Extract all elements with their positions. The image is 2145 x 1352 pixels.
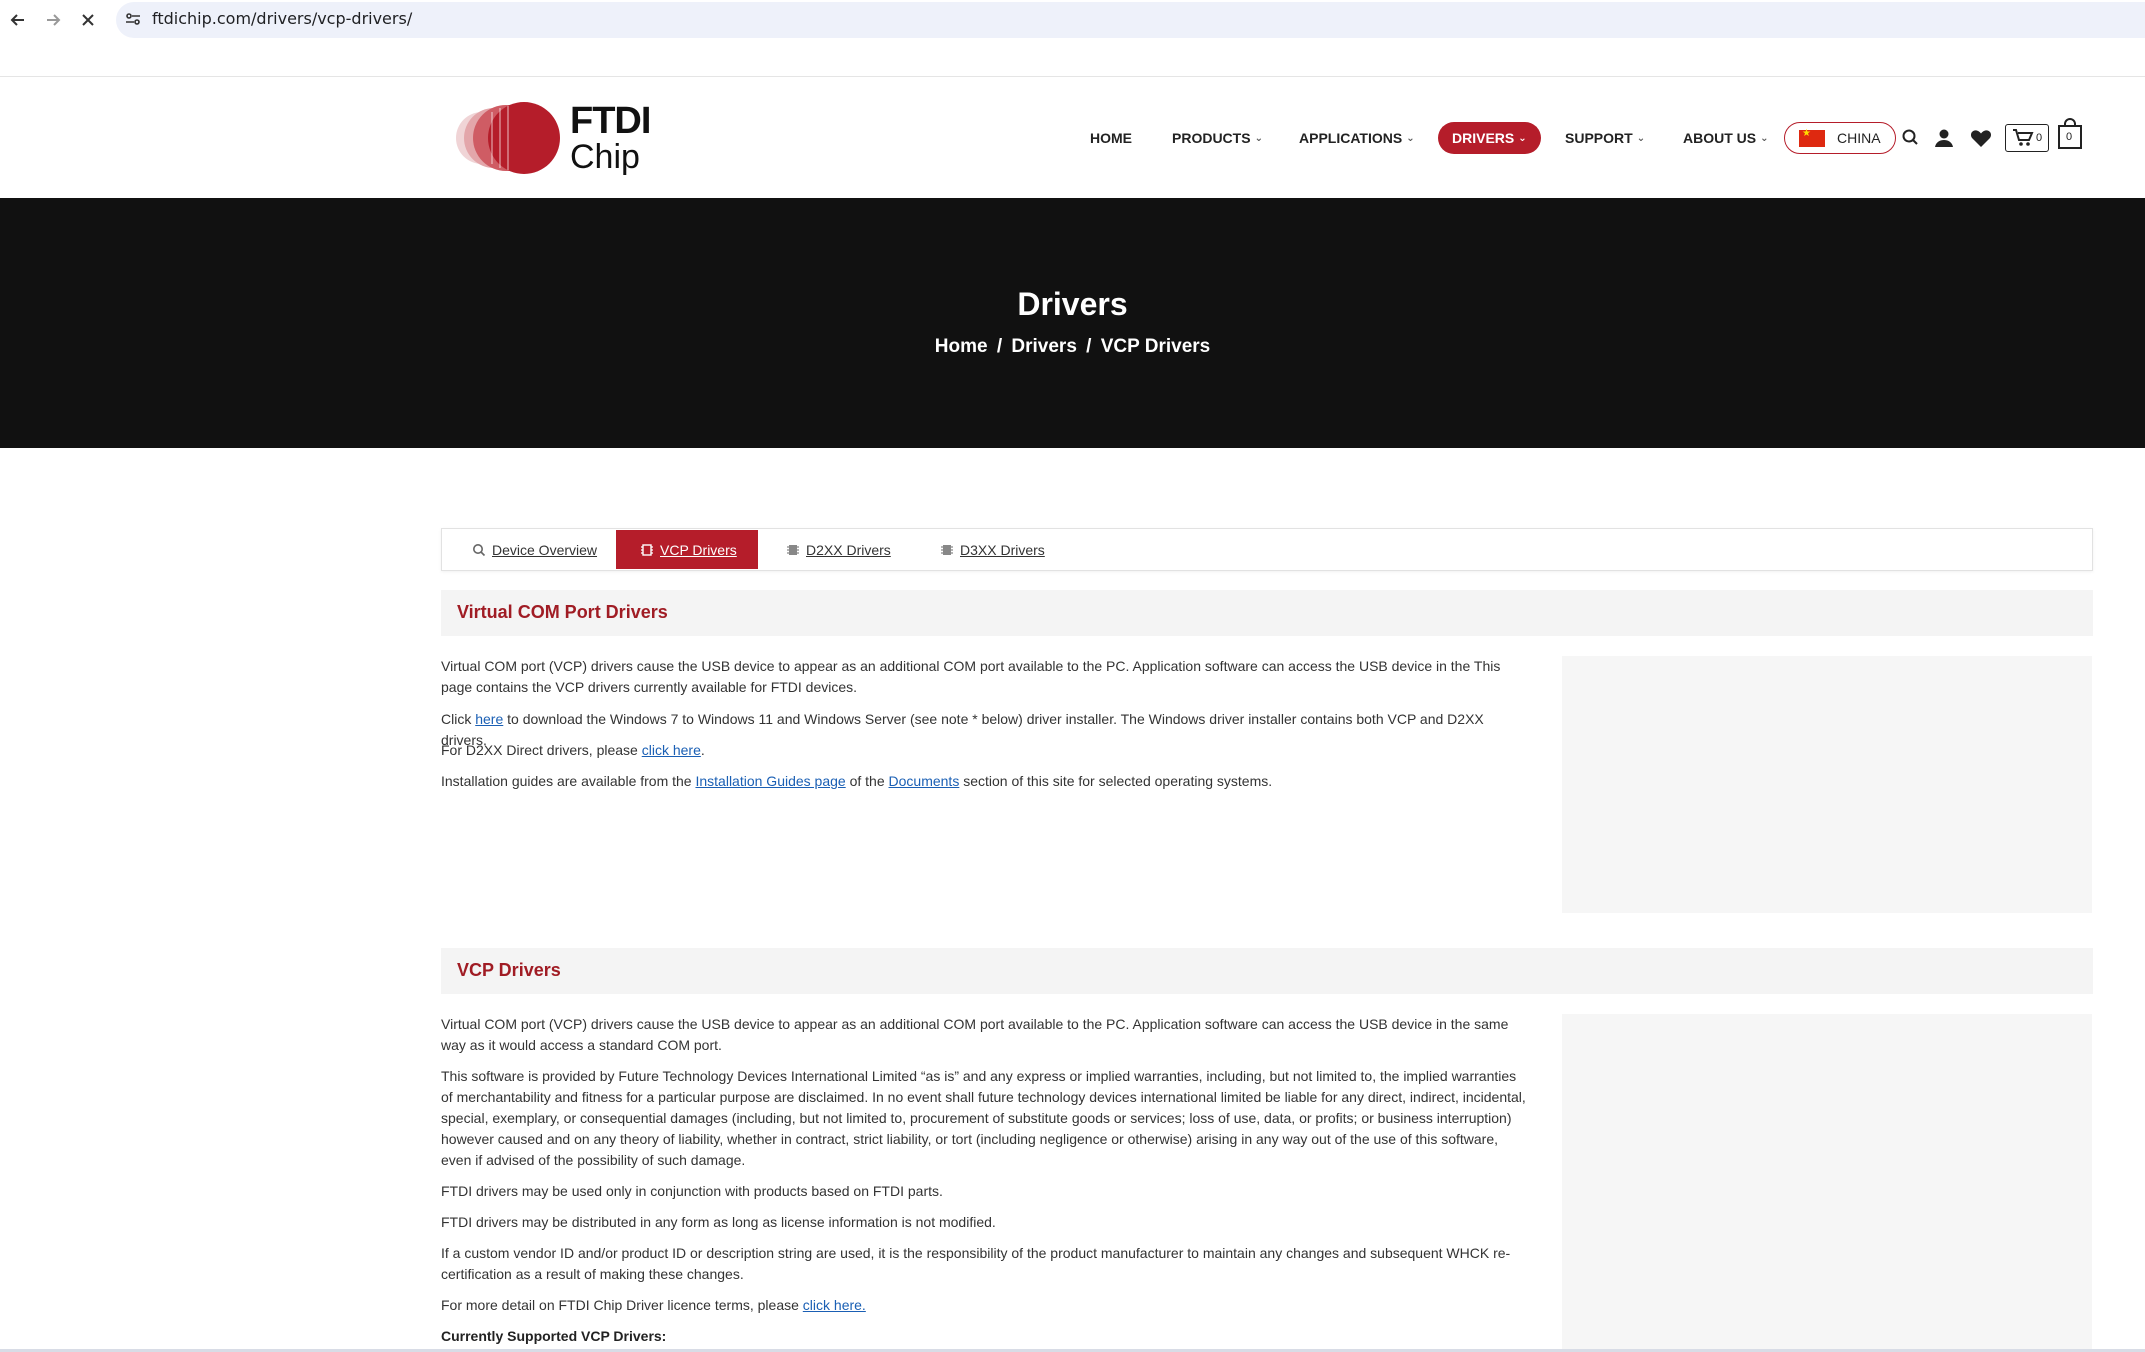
chevron-down-icon: ⌄ (1518, 132, 1527, 144)
nav-about-us-label: ABOUT US (1683, 130, 1757, 146)
nav-support-label: SUPPORT (1565, 130, 1633, 146)
text: . (700, 742, 705, 758)
nav-drivers-label: DRIVERS (1452, 130, 1515, 146)
page-hero (0, 198, 2145, 448)
licence-terms-paragraph: For more detail on FTDI Chip Driver lice… (441, 1295, 1531, 1316)
tab-d2xx-drivers[interactable]: D2XX Drivers (786, 530, 891, 569)
chevron-down-icon: ⌄ (1760, 132, 1769, 144)
supported-drivers-heading: Currently Supported VCP Drivers: (441, 1326, 1531, 1347)
account-icon[interactable] (1932, 126, 1956, 150)
search-icon[interactable] (1899, 126, 1923, 150)
nav-about-us[interactable]: ABOUT US ⌄ (1683, 122, 1769, 154)
tab-label: Device Overview (492, 541, 598, 558)
nav-products-label: PRODUCTS (1172, 130, 1251, 146)
custom-id-paragraph: If a custom vendor ID and/or product ID … (441, 1245, 1511, 1282)
back-icon[interactable] (4, 6, 32, 34)
chip-icon (641, 543, 653, 556)
chip-icon (787, 544, 799, 555)
tab-label: D2XX Drivers (806, 541, 891, 558)
chrome-divider (0, 76, 2145, 77)
text: For D2XX Direct drivers, please (441, 742, 642, 758)
breadcrumb-home[interactable]: Home (935, 336, 988, 357)
address-bar[interactable] (116, 2, 2145, 38)
site-settings-icon[interactable] (124, 10, 142, 28)
vcp-description-paragraph: Virtual COM port (VCP) drivers cause the… (441, 1016, 1509, 1053)
text: Installation guides are available from t… (441, 773, 696, 789)
distribution-terms-paragraph: FTDI drivers may be distributed in any f… (441, 1214, 996, 1230)
chevron-down-icon: ⌄ (1636, 132, 1646, 144)
side-panel (1562, 656, 2092, 913)
section-header-virtual-com-port: Virtual COM Port Drivers (441, 590, 2093, 636)
side-panel (1562, 1014, 2092, 1349)
region-label: CHINA (1837, 130, 1881, 146)
d2xx-direct-link[interactable]: click here (642, 742, 701, 758)
region-selector[interactable]: CHINA (1784, 122, 1896, 154)
nav-applications-label: APPLICATIONS (1299, 130, 1403, 146)
bag-count-badge: 0 (2066, 131, 2073, 143)
tab-label: VCP Drivers (660, 541, 737, 558)
chevron-down-icon: ⌄ (1406, 132, 1415, 144)
breadcrumb: Home / Drivers / VCP Drivers (0, 336, 2145, 358)
shopping-bag-button[interactable]: 0 (2057, 118, 2083, 150)
cart-button[interactable]: 0 (2005, 124, 2049, 152)
driver-tabs: Device Overview VCP Drivers D2XX Drivers… (441, 528, 2093, 571)
documents-link[interactable]: Documents (889, 773, 960, 789)
installation-guides-link[interactable]: Installation Guides page (695, 773, 845, 789)
text: Click (441, 711, 476, 727)
usage-terms-paragraph: FTDI drivers may be used only in conjunc… (441, 1183, 943, 1199)
browser-toolbar: ftdichip.com/drivers/vcp-drivers/ (0, 0, 2145, 40)
text: For more detail on FTDI Chip Driver lice… (441, 1297, 803, 1313)
cart-icon (2012, 129, 2034, 146)
supported-drivers-label: Currently Supported VCP Drivers: (441, 1328, 667, 1344)
tab-device-overview[interactable]: Device Overview (466, 530, 603, 569)
d2xx-direct-paragraph: For D2XX Direct drivers, please click he… (441, 740, 1531, 761)
main-navigation: HOME PRODUCTS ⌄ APPLICATIONS ⌄ DRIVERS ⌄… (0, 118, 2145, 154)
breadcrumb-separator: / (996, 336, 1003, 357)
breadcrumb-separator: / (1086, 336, 1092, 357)
tab-vcp-drivers[interactable]: VCP Drivers (616, 530, 758, 569)
nav-applications[interactable]: APPLICATIONS ⌄ (1299, 122, 1415, 154)
china-flag-icon (1799, 128, 1825, 147)
tab-d3xx-drivers[interactable]: D3XX Drivers (940, 530, 1045, 569)
text: of the (845, 773, 889, 789)
disclaimer-paragraph: This software is provided by Future Tech… (441, 1068, 1526, 1168)
installation-guides-paragraph: Installation guides are available from t… (441, 771, 1531, 792)
cart-count-badge: 0 (2035, 132, 2043, 144)
licence-terms-link[interactable]: click here. (803, 1297, 866, 1313)
installer-download-link[interactable]: here (475, 711, 503, 727)
nav-products[interactable]: PRODUCTS ⌄ (1172, 122, 1263, 154)
wishlist-heart-icon[interactable] (1969, 126, 1993, 150)
section-title: Virtual COM Port Drivers (457, 602, 668, 622)
url-text[interactable]: ftdichip.com/drivers/vcp-drivers/ (152, 9, 412, 28)
text: section of this site for selected operat… (959, 773, 1273, 789)
tab-label: D3XX Drivers (960, 541, 1045, 558)
forward-icon[interactable] (39, 6, 67, 34)
breadcrumb-drivers[interactable]: Drivers (1011, 336, 1077, 357)
nav-home-label: HOME (1090, 130, 1132, 146)
search-icon (473, 543, 486, 556)
stop-loading-icon[interactable] (74, 6, 102, 34)
page-title: Drivers (1017, 286, 1128, 322)
breadcrumb-current: VCP Drivers (1100, 336, 1211, 357)
vcp-intro-paragraph: Virtual COM port (VCP) drivers cause the… (441, 658, 1501, 695)
chip-icon (941, 544, 953, 555)
nav-support[interactable]: SUPPORT ⌄ (1565, 122, 1645, 154)
nav-home[interactable]: HOME (1090, 122, 1132, 154)
nav-drivers[interactable]: DRIVERS ⌄ (1438, 122, 1541, 154)
section-title: VCP Drivers (457, 960, 561, 980)
section-header-vcp-drivers: VCP Drivers (441, 948, 2093, 994)
chevron-down-icon: ⌄ (1254, 132, 1263, 144)
